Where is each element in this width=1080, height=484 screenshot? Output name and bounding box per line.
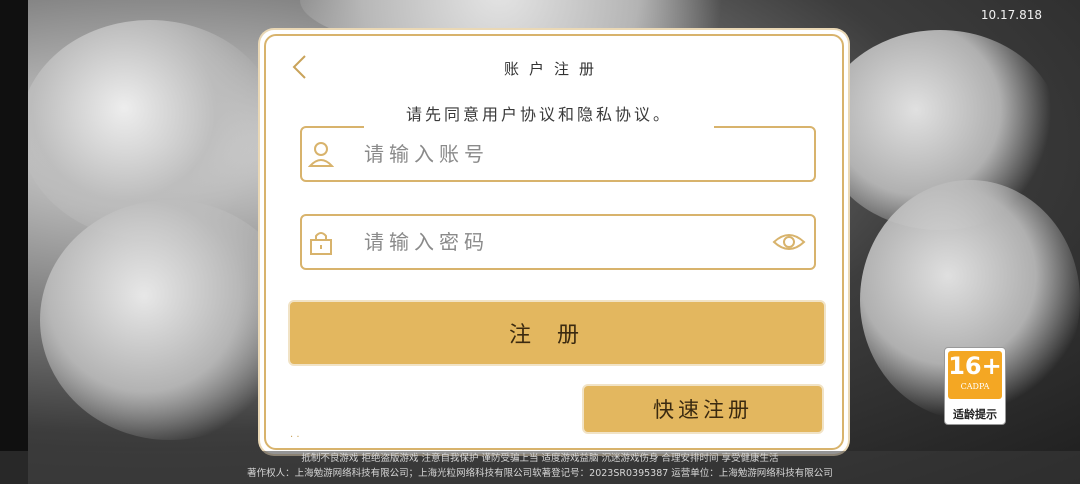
footer-line-1: 抵制不良游戏 拒绝盗版游戏 注意自我保护 谨防受骗上当 适度游戏益脑 沉迷游戏伤… [301,453,779,464]
health-notice-footer: 抵制不良游戏 拒绝盗版游戏 注意自我保护 谨防受骗上当 适度游戏益脑 沉迷游戏伤… [0,451,1080,484]
age-rating-label: 适龄提示 [953,408,997,421]
account-field[interactable] [300,126,816,182]
register-button[interactable]: 注册 [288,300,826,366]
password-input[interactable] [362,226,746,258]
version-label: 10.17.818 [980,8,1042,22]
user-icon [308,142,334,167]
left-edge-strip [0,0,28,484]
account-input[interactable] [362,138,746,170]
lock-icon [310,232,332,255]
footer-line-2: 著作权人：上海勉游网络科技有限公司；上海光粒网络科技有限公司软著登记号：2023… [247,468,833,479]
toast-message: 请先同意用户协议和隐私协议。 [364,102,714,128]
eye-icon[interactable] [772,230,806,254]
age-rating-org: CADPA [960,382,990,391]
password-field[interactable] [300,214,816,270]
agreement-checkbox[interactable]: · · [290,432,300,443]
quick-register-button[interactable]: 快速注册 [582,384,824,434]
dialog-title: 账户注册 [503,60,604,78]
age-rating-number: 16+ [948,352,1002,380]
register-dialog: 账户注册 请先同意用户协议和隐私协议。 注册 快速注册 · · [260,30,848,454]
age-rating-panel: 16+ CADPA [948,351,1002,399]
age-rating-badge[interactable]: 16+ CADPA 适龄提示 [944,347,1006,425]
